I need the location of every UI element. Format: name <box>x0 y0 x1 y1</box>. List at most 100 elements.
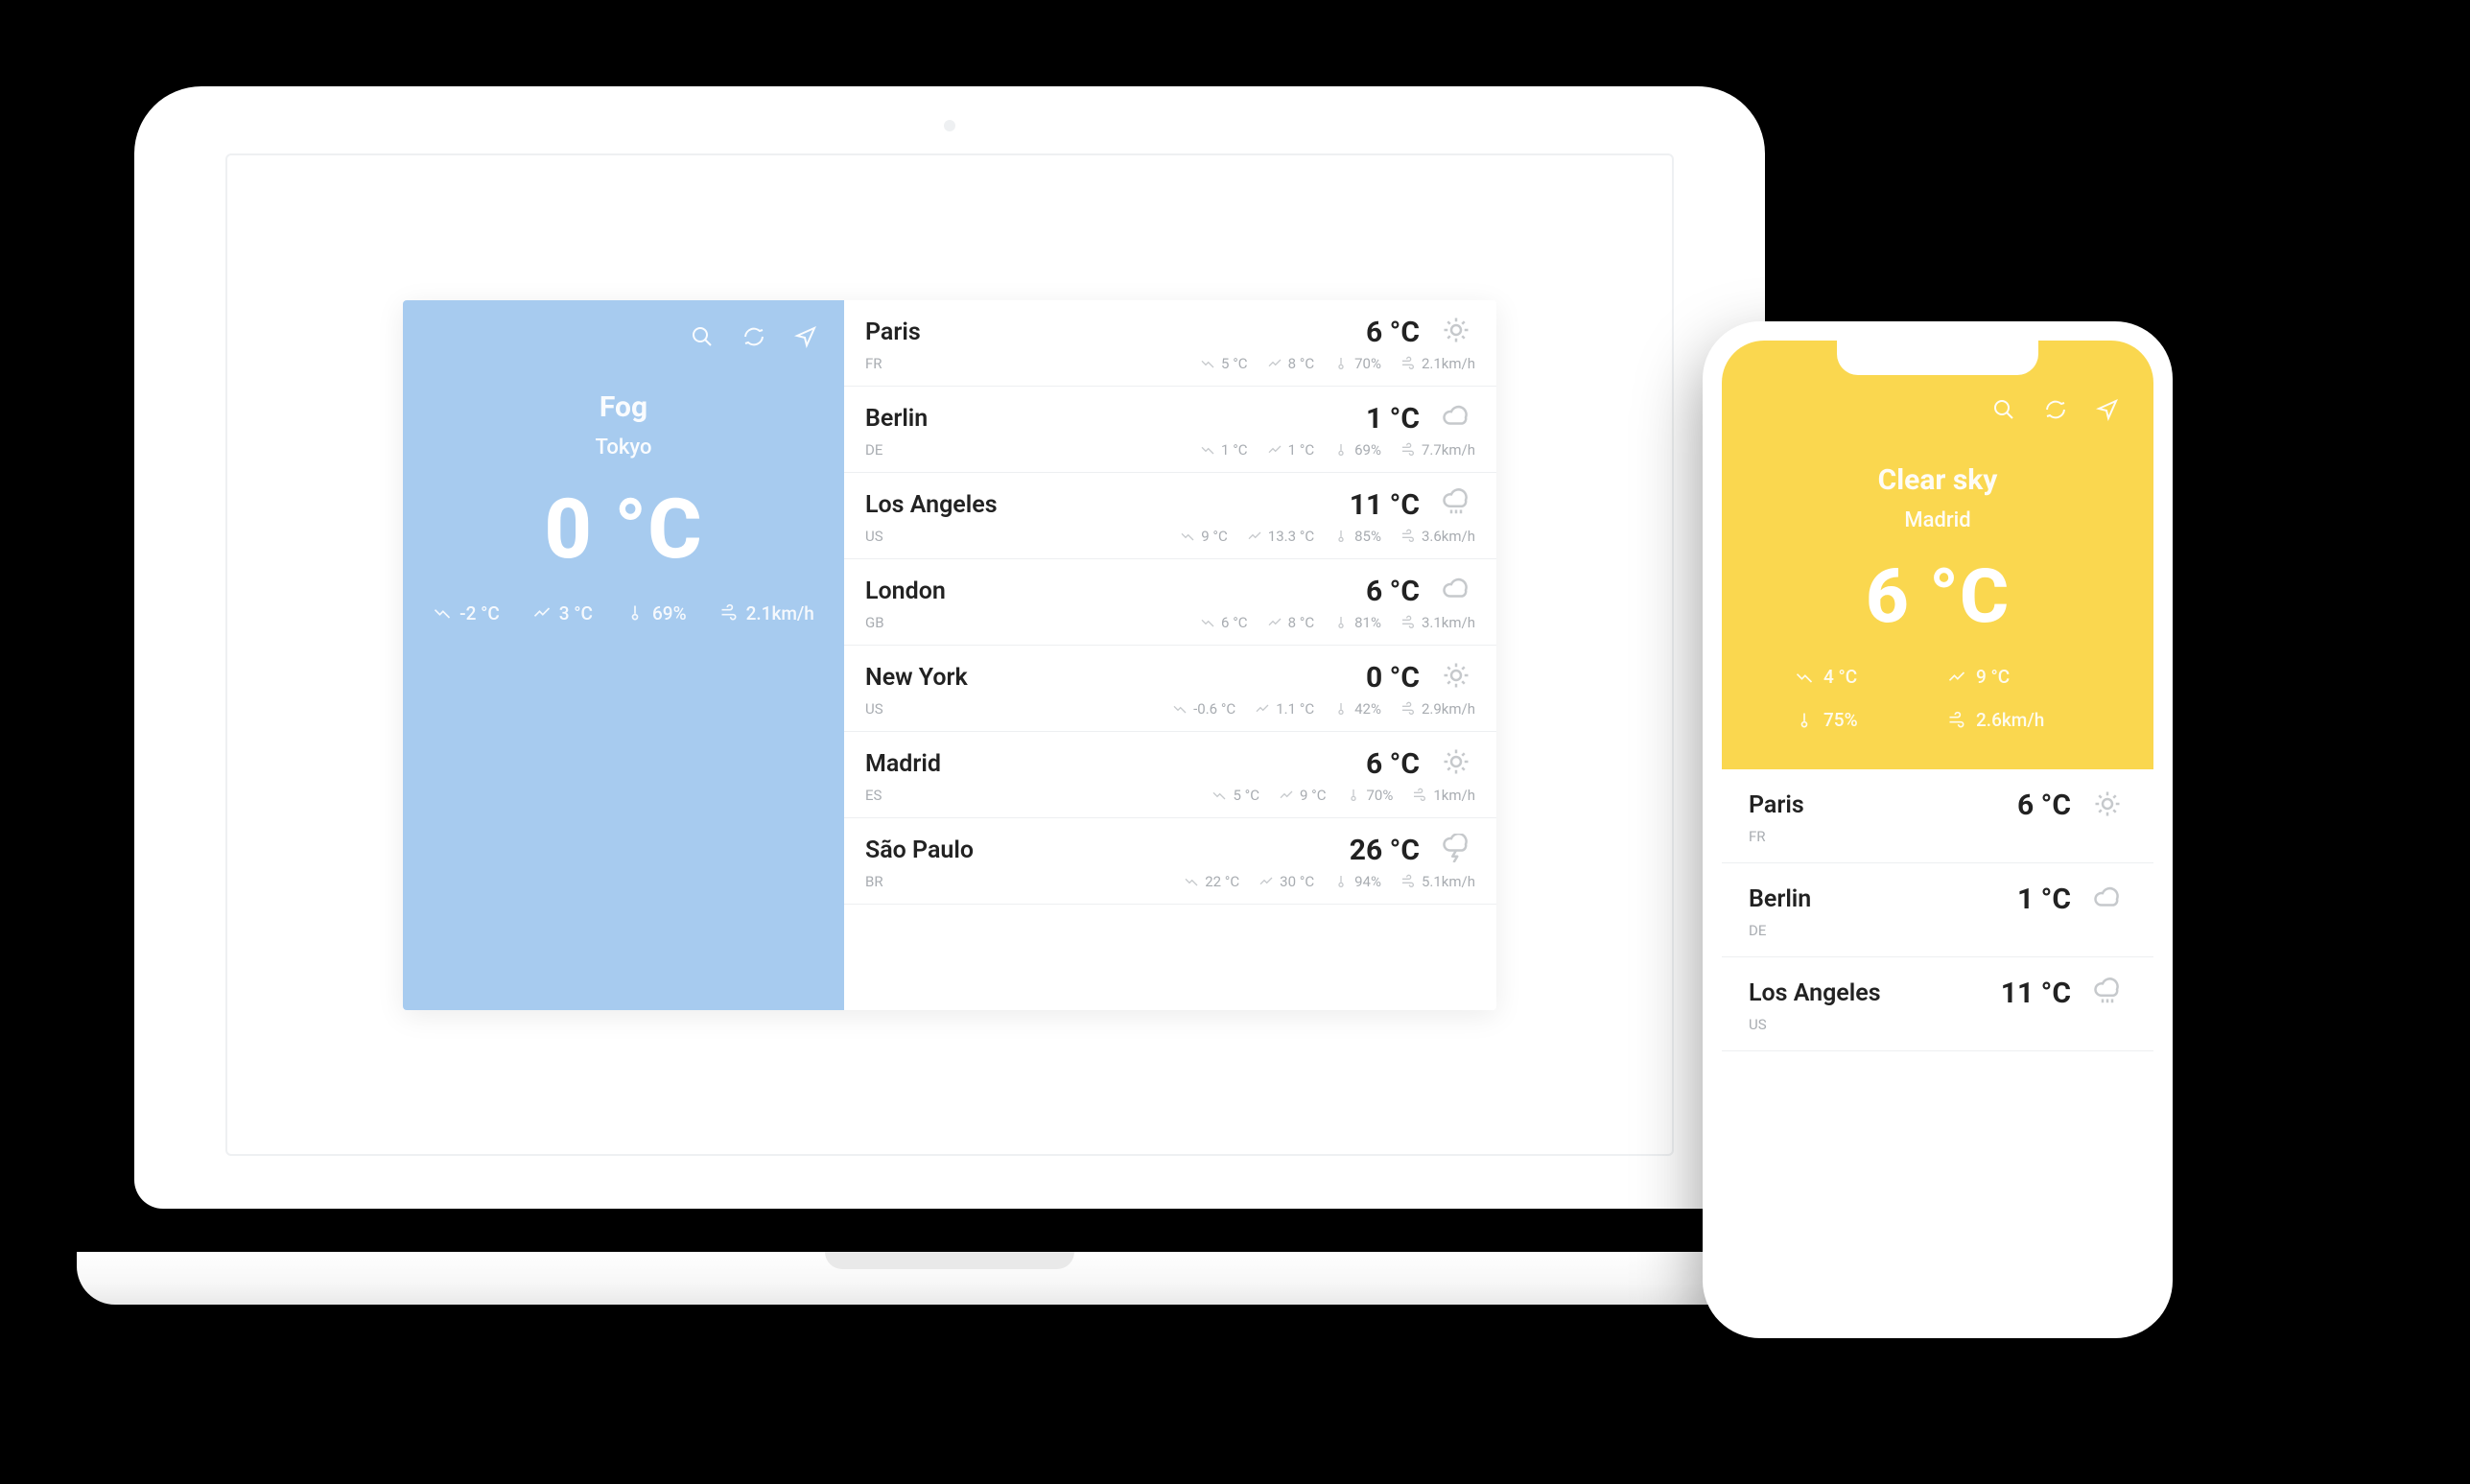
city-temp: 26 °C <box>1350 834 1420 867</box>
phone-mockup: Clear sky Madrid 6 °C 4 °C 9 °C 75% 2.6k… <box>1703 321 2173 1338</box>
laptop-mockup: Fog Tokyo 0 °C -2 °C 3 °C 69% 2.1km/h Pa… <box>134 86 1765 1305</box>
city-name: Los Angeles <box>865 491 1163 519</box>
hero-wind-stat: 2.1km/h <box>719 602 814 624</box>
city-row[interactable]: Berlin DE 1 °C <box>1722 863 2153 957</box>
trend-up-icon <box>1267 356 1282 371</box>
trend-up-icon <box>1267 442 1282 458</box>
hero-city: Tokyo <box>430 436 817 459</box>
trend-up-icon <box>1947 668 1966 687</box>
wind-icon <box>1400 874 1416 889</box>
high-stat: 13.3 °C <box>1247 528 1314 545</box>
city-stats: -0.6 °C 1.1 °C 42% 2.9km/h <box>1172 700 1475 718</box>
hero-condition: Clear sky <box>1756 463 2119 497</box>
search-icon[interactable] <box>691 325 714 352</box>
country-code: FR <box>1749 828 2000 845</box>
city-name: Madrid <box>865 750 1194 778</box>
city-name: London <box>865 577 1183 605</box>
wind-icon <box>1400 529 1416 544</box>
rain-icon <box>2093 978 2122 1010</box>
thermometer-icon <box>1333 529 1349 544</box>
sun-icon <box>1442 661 1470 694</box>
city-stats: 5 °C 8 °C 70% 2.1km/h <box>1200 355 1475 372</box>
city-row[interactable]: Los Angeles US 11 °C <box>1722 957 2153 1051</box>
low-stat: 6 °C <box>1200 614 1248 631</box>
city-temp: 11 °C <box>1350 488 1420 522</box>
humidity-stat: 70% <box>1333 355 1381 372</box>
city-temp: 6 °C <box>2017 789 2071 822</box>
country-code: DE <box>865 441 1183 459</box>
city-temp: 6 °C <box>1366 575 1420 608</box>
search-icon[interactable] <box>1992 398 2015 425</box>
city-name: Paris <box>1749 791 2000 819</box>
thermometer-icon <box>1795 711 1814 730</box>
city-temp: 6 °C <box>1366 316 1420 349</box>
city-name: São Paulo <box>865 836 1166 864</box>
humidity-stat: 94% <box>1333 873 1381 890</box>
laptop-screen: Fog Tokyo 0 °C -2 °C 3 °C 69% 2.1km/h Pa… <box>225 153 1674 1156</box>
hero-humidity-stat: 75% <box>1795 709 1858 731</box>
high-stat: 1.1 °C <box>1255 700 1314 718</box>
laptop-base <box>77 1252 1823 1305</box>
hero-humidity-stat: 69% <box>625 602 687 624</box>
high-stat: 8 °C <box>1267 614 1315 631</box>
rain-icon <box>1442 488 1470 521</box>
hero-high-stat: 9 °C <box>1947 666 2010 688</box>
wind-stat: 3.1km/h <box>1400 614 1475 631</box>
locate-icon[interactable] <box>2096 398 2119 425</box>
hero-panel-mobile: Clear sky Madrid 6 °C 4 °C 9 °C 75% 2.6k… <box>1722 341 2153 769</box>
trend-down-icon <box>1795 668 1814 687</box>
city-temp: 6 °C <box>1366 747 1420 781</box>
cloud-icon <box>1442 402 1470 435</box>
city-name: Paris <box>865 318 1183 346</box>
city-name: Los Angeles <box>1749 979 1984 1007</box>
wind-icon <box>1947 711 1966 730</box>
wind-icon <box>1400 615 1416 630</box>
city-stats: 6 °C 8 °C 81% 3.1km/h <box>1200 614 1475 631</box>
hero-toolbar <box>430 325 817 352</box>
refresh-icon[interactable] <box>742 325 765 352</box>
low-stat: 9 °C <box>1180 528 1228 545</box>
humidity-stat: 85% <box>1333 528 1381 545</box>
storm-icon <box>1442 834 1470 866</box>
thermometer-icon <box>1346 788 1361 803</box>
city-row[interactable]: Paris FR 6 °C 5 °C 8 °C 70% 2.1km/h <box>844 300 1496 387</box>
hero-toolbar-mobile <box>1756 398 2119 425</box>
city-row[interactable]: Berlin DE 1 °C 1 °C 1 °C 69% 7.7km/h <box>844 387 1496 473</box>
wind-icon <box>1400 356 1416 371</box>
trend-down-icon <box>1180 529 1195 544</box>
laptop-camera <box>944 120 955 131</box>
city-temp: 0 °C <box>1366 661 1420 695</box>
humidity-stat: 69% <box>1333 441 1381 459</box>
humidity-stat: 70% <box>1346 787 1394 804</box>
city-row[interactable]: Los Angeles US 11 °C 9 °C 13.3 °C 85% 3.… <box>844 473 1496 559</box>
hero-stats: 4 °C 9 °C 75% 2.6km/h <box>1756 666 2119 731</box>
city-row[interactable]: Paris FR 6 °C <box>1722 769 2153 863</box>
city-row[interactable]: São Paulo BR 26 °C 22 °C 30 °C 94% 5.1km… <box>844 818 1496 905</box>
high-stat: 9 °C <box>1279 787 1327 804</box>
trend-up-icon <box>1279 788 1294 803</box>
low-stat: 22 °C <box>1184 873 1239 890</box>
trend-up-icon <box>1247 529 1262 544</box>
city-name: Berlin <box>865 405 1183 433</box>
country-code: US <box>865 528 1163 545</box>
hero-wind-stat: 2.6km/h <box>1947 709 2044 731</box>
sun-icon <box>1442 316 1470 348</box>
wind-stat: 2.9km/h <box>1400 700 1475 718</box>
city-row[interactable]: London GB 6 °C 6 °C 8 °C 81% 3.1km/h <box>844 559 1496 646</box>
country-code: FR <box>865 355 1183 372</box>
hero-city: Madrid <box>1756 508 2119 532</box>
wind-icon <box>1412 788 1427 803</box>
city-list: Paris FR 6 °C 5 °C 8 °C 70% 2.1km/h Berl… <box>844 300 1496 1010</box>
low-stat: 5 °C <box>1211 787 1259 804</box>
city-stats: 1 °C 1 °C 69% 7.7km/h <box>1200 441 1475 459</box>
trend-up-icon <box>1255 701 1270 717</box>
locate-icon[interactable] <box>794 325 817 352</box>
country-code: BR <box>865 873 1166 890</box>
trend-down-icon <box>1211 788 1227 803</box>
city-row[interactable]: New York US 0 °C -0.6 °C 1.1 °C 42% 2.9k… <box>844 646 1496 732</box>
refresh-icon[interactable] <box>2044 398 2067 425</box>
city-row[interactable]: Madrid ES 6 °C 5 °C 9 °C 70% 1km/h <box>844 732 1496 818</box>
trend-up-icon <box>1259 874 1274 889</box>
hero-low-stat: 4 °C <box>1795 666 1857 688</box>
thermometer-icon <box>1333 356 1349 371</box>
